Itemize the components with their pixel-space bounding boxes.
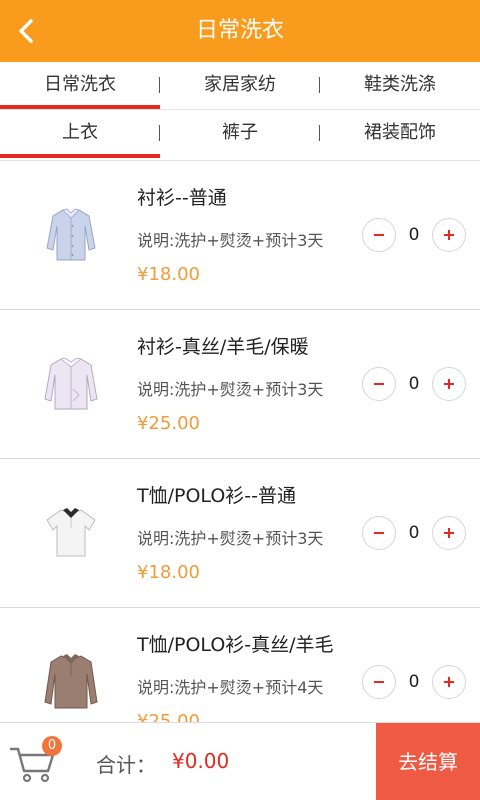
list-item: T恤/POLO衫--普通 说明:洗护+熨烫+预计3天 ¥18.00 0 bbox=[0, 459, 480, 608]
plus-icon bbox=[444, 677, 454, 687]
quantity-stepper: 0 bbox=[362, 665, 466, 699]
increase-button[interactable] bbox=[432, 665, 466, 699]
tab-daily-laundry[interactable]: 日常洗衣 bbox=[0, 62, 160, 109]
product-price: ¥25.00 bbox=[137, 413, 200, 434]
page-title: 日常洗衣 bbox=[195, 18, 284, 43]
tab-label: 裙装配饰 bbox=[364, 122, 436, 143]
minus-icon bbox=[374, 532, 384, 534]
decrease-button[interactable] bbox=[362, 665, 396, 699]
product-price: ¥25.00 bbox=[137, 711, 200, 722]
tab-home-textiles[interactable]: 家居家纺 bbox=[160, 62, 320, 109]
product-image-dress-shirt bbox=[40, 201, 102, 267]
tab-label: 家居家纺 bbox=[204, 74, 276, 95]
quantity-stepper: 0 bbox=[362, 218, 466, 252]
subcategory-tab-bar: 上衣 裤子 裙装配饰 bbox=[0, 110, 480, 158]
product-name: 衬衫--普通 bbox=[137, 187, 227, 209]
decrease-button[interactable] bbox=[362, 367, 396, 401]
product-name: T恤/POLO衫--普通 bbox=[137, 485, 296, 507]
product-list[interactable]: 衬衫--普通 说明:洗护+熨烫+预计3天 ¥18.00 0 衬衫-真丝/羊毛/保… bbox=[0, 160, 480, 722]
total-amount: ¥0.00 bbox=[172, 749, 230, 773]
quantity-value: 0 bbox=[408, 523, 420, 543]
minus-icon bbox=[374, 383, 384, 385]
product-description: 说明:洗护+熨烫+预计3天 bbox=[137, 231, 324, 250]
product-image-polo-shirt bbox=[40, 499, 102, 565]
product-name: 衬衫-真丝/羊毛/保暖 bbox=[137, 336, 309, 358]
list-item: 衬衫-真丝/羊毛/保暖 说明:洗护+熨烫+预计3天 ¥25.00 0 bbox=[0, 310, 480, 459]
product-name: T恤/POLO衫-真丝/羊毛 bbox=[137, 634, 334, 656]
dress-shirt-icon bbox=[44, 357, 98, 410]
quantity-value: 0 bbox=[408, 672, 420, 692]
quantity-value: 0 bbox=[408, 374, 420, 394]
tab-pants[interactable]: 裤子 bbox=[160, 110, 320, 158]
product-description: 说明:洗护+熨烫+预计3天 bbox=[137, 529, 324, 548]
plus-icon bbox=[444, 379, 454, 389]
product-image-polo-sweater bbox=[40, 648, 102, 714]
increase-button[interactable] bbox=[432, 218, 466, 252]
back-button[interactable] bbox=[6, 10, 46, 52]
plus-icon bbox=[444, 528, 454, 538]
product-description: 说明:洗护+熨烫+预计4天 bbox=[137, 678, 324, 697]
product-price: ¥18.00 bbox=[137, 562, 200, 583]
decrease-button[interactable] bbox=[362, 516, 396, 550]
product-price: ¥18.00 bbox=[137, 264, 200, 285]
tab-dresses-accessories[interactable]: 裙装配饰 bbox=[320, 110, 480, 158]
category-tab-bar: 日常洗衣 家居家纺 鞋类洗涤 bbox=[0, 62, 480, 110]
active-tab-indicator bbox=[0, 154, 160, 158]
minus-icon bbox=[374, 234, 384, 236]
total-label: 合计： bbox=[96, 753, 156, 777]
chevron-left-icon bbox=[19, 19, 33, 43]
product-description: 说明:洗护+熨烫+预计3天 bbox=[137, 380, 324, 399]
polo-sweater-icon bbox=[44, 654, 98, 709]
quantity-value: 0 bbox=[408, 225, 420, 245]
cart-count-badge: 0 bbox=[42, 736, 62, 756]
active-tab-indicator bbox=[0, 105, 160, 109]
quantity-stepper: 0 bbox=[362, 516, 466, 550]
tab-label: 鞋类洗涤 bbox=[364, 74, 436, 95]
increase-button[interactable] bbox=[432, 367, 466, 401]
polo-shirt-icon bbox=[46, 508, 96, 557]
list-item: T恤/POLO衫-真丝/羊毛 说明:洗护+熨烫+预计4天 ¥25.00 0 bbox=[0, 608, 480, 722]
tab-label: 上衣 bbox=[62, 122, 98, 143]
dress-shirt-icon bbox=[46, 208, 96, 261]
decrease-button[interactable] bbox=[362, 218, 396, 252]
minus-icon bbox=[374, 681, 384, 683]
product-image-silk-shirt bbox=[40, 350, 102, 416]
app-header: 日常洗衣 bbox=[0, 0, 480, 62]
plus-icon bbox=[444, 230, 454, 240]
tab-shoe-cleaning[interactable]: 鞋类洗涤 bbox=[320, 62, 480, 109]
increase-button[interactable] bbox=[432, 516, 466, 550]
tab-tops[interactable]: 上衣 bbox=[0, 110, 160, 158]
tab-label: 裤子 bbox=[222, 122, 258, 143]
tab-label: 日常洗衣 bbox=[44, 74, 116, 95]
checkout-button[interactable]: 去结算 bbox=[376, 723, 480, 800]
list-item: 衬衫--普通 说明:洗护+熨烫+预计3天 ¥18.00 0 bbox=[0, 161, 480, 310]
quantity-stepper: 0 bbox=[362, 367, 466, 401]
checkout-bar: 0 合计： ¥0.00 去结算 bbox=[0, 722, 480, 800]
